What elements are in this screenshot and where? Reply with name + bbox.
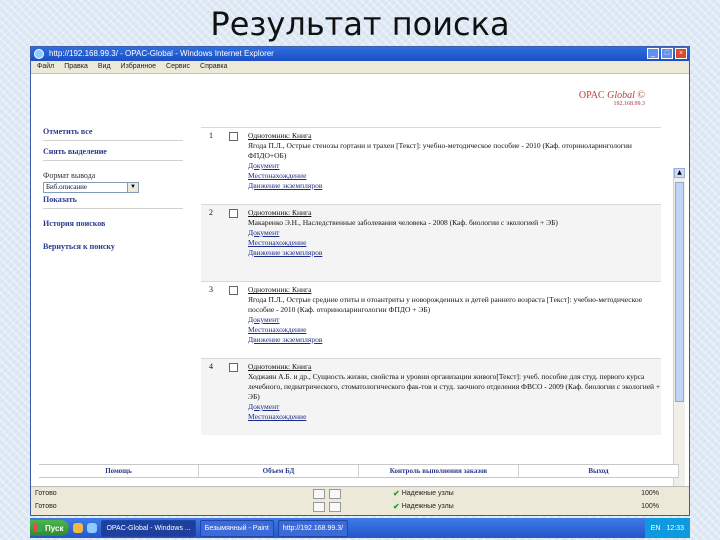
- result-description: Ягода П.Л., Острые стенозы гортани и тра…: [248, 141, 632, 160]
- result-description: Ходжаян А.Б. и др., Сущность жизни, свой…: [248, 372, 661, 401]
- security-zone[interactable]: ✔ Надежные узлы: [393, 487, 454, 500]
- scroll-up-icon[interactable]: ▲: [674, 168, 685, 178]
- copies-movement-link[interactable]: Движение экземпляров: [248, 248, 661, 258]
- result-description: Ягода П.Л., Острые средние отиты и отоан…: [248, 295, 643, 314]
- brand-suffix: Global: [607, 90, 635, 101]
- brand-name: OPAC: [578, 90, 605, 101]
- page-content: OPAC Global © 192.168.99.3 Отметить все …: [31, 74, 689, 498]
- status-bar: Готово ✔ Надежные узлы 100% Готово ✔ Надеж…: [31, 486, 689, 515]
- scroll-thumb[interactable]: [675, 182, 684, 402]
- result-type[interactable]: Однотомник: Книга: [248, 362, 661, 372]
- format-select-value: Биб.описание: [46, 183, 87, 191]
- zoom-level[interactable]: 100%: [641, 487, 659, 500]
- location-link[interactable]: Местонахождение: [248, 171, 661, 181]
- divider: [43, 208, 183, 209]
- result-checkbox[interactable]: [229, 209, 238, 218]
- window-title: http://192.168.99.3/ - OPAC-Global - Win…: [49, 49, 274, 58]
- ie-logo-icon: [34, 49, 44, 59]
- unmark-link[interactable]: Снять выделение: [43, 147, 183, 156]
- document-link[interactable]: Документ: [248, 228, 661, 238]
- status-row: Готово ✔ Надежные узлы 100%: [31, 500, 689, 513]
- result-item: 1 Однотомник: Книга Ягода П.Л., Острые с…: [201, 127, 661, 204]
- task-opac[interactable]: OPAC-Global - Windows ...: [101, 519, 196, 537]
- quicklaunch-icon[interactable]: [73, 523, 84, 533]
- sidebar: Отметить все Снять выделение Формат выво…: [43, 127, 183, 251]
- menu-file[interactable]: Файл: [37, 61, 54, 73]
- vertical-scrollbar[interactable]: ▲ ▼: [673, 168, 685, 498]
- browser-window: http://192.168.99.3/ - OPAC-Global - Win…: [30, 46, 690, 516]
- footer-nav: Помощь Объем БД Контроль выполнения зака…: [39, 464, 679, 478]
- security-zone[interactable]: ✔ Надежные узлы: [393, 500, 454, 513]
- maximize-icon[interactable]: □: [661, 48, 673, 59]
- result-number: 1: [209, 131, 213, 140]
- chevron-down-icon[interactable]: ▼: [127, 183, 138, 192]
- window-controls: _ □ ×: [647, 48, 687, 59]
- document-link[interactable]: Документ: [248, 315, 661, 325]
- format-select[interactable]: Биб.описание ▼: [43, 182, 139, 193]
- result-type[interactable]: Однотомник: Книга: [248, 131, 661, 141]
- location-link[interactable]: Местонахождение: [248, 412, 661, 422]
- divider: [43, 140, 183, 141]
- status-panels: [313, 489, 341, 499]
- menu-tools[interactable]: Сервис: [166, 61, 190, 73]
- result-item: 3 Однотомник: Книга Ягода П.Л., Острые с…: [201, 281, 661, 358]
- check-icon: ✔: [393, 502, 400, 511]
- status-row: Готово ✔ Надежные узлы 100%: [31, 487, 689, 500]
- close-icon[interactable]: ×: [675, 48, 687, 59]
- task-browser[interactable]: http://192.168.99.3/: [277, 519, 349, 537]
- result-number: 2: [209, 208, 213, 217]
- mark-all-link[interactable]: Отметить все: [43, 127, 183, 136]
- orders-control-link[interactable]: Контроль выполнения заказов: [359, 465, 519, 477]
- document-link[interactable]: Документ: [248, 161, 661, 171]
- system-tray: EN 12:33: [644, 518, 690, 538]
- result-item: 4 Однотомник: Книга Ходжаян А.Б. и др., …: [201, 358, 661, 435]
- menu-view[interactable]: Вид: [98, 61, 111, 73]
- language-indicator[interactable]: EN: [651, 525, 661, 532]
- result-checkbox[interactable]: [229, 132, 238, 141]
- menu-help[interactable]: Справка: [200, 61, 227, 73]
- show-button[interactable]: Показать: [43, 195, 183, 204]
- menu-favorites[interactable]: Избранное: [121, 61, 156, 73]
- menu-bar: Файл Правка Вид Избранное Сервис Справка: [31, 61, 689, 74]
- divider: [43, 160, 183, 161]
- zoom-level[interactable]: 100%: [641, 500, 659, 513]
- window-titlebar[interactable]: http://192.168.99.3/ - OPAC-Global - Win…: [31, 47, 689, 61]
- help-link[interactable]: Помощь: [39, 465, 199, 477]
- brand-ip: 192.168.99.3: [613, 101, 646, 107]
- format-label: Формат вывода: [43, 171, 96, 180]
- db-size-link[interactable]: Объем БД: [199, 465, 359, 477]
- minimize-icon[interactable]: _: [647, 48, 659, 59]
- opac-brand: OPAC Global © 192.168.99.3: [578, 90, 646, 107]
- result-type[interactable]: Однотомник: Книга: [248, 208, 661, 218]
- check-icon: ✔: [393, 489, 400, 498]
- back-to-search-link[interactable]: Вернуться к поиску: [43, 242, 183, 251]
- location-link[interactable]: Местонахождение: [248, 238, 661, 248]
- slide-title: Результат поиска: [210, 5, 510, 43]
- copies-movement-link[interactable]: Движение экземпляров: [248, 181, 661, 191]
- exit-link[interactable]: Выход: [519, 465, 679, 477]
- status-text: Готово: [35, 490, 57, 497]
- result-checkbox[interactable]: [229, 286, 238, 295]
- result-checkbox[interactable]: [229, 363, 238, 372]
- result-number: 4: [209, 362, 213, 371]
- start-button[interactable]: Пуск: [30, 520, 70, 536]
- clock: 12:33: [666, 524, 684, 532]
- result-description: Макаренко Э.Н., Наследственные заболеван…: [248, 218, 558, 227]
- search-history-link[interactable]: История поисков: [43, 219, 183, 228]
- result-type[interactable]: Однотомник: Книга: [248, 285, 661, 295]
- result-number: 3: [209, 285, 213, 294]
- task-paint[interactable]: Безымянный - Paint: [199, 519, 274, 537]
- ie-quicklaunch-icon[interactable]: [87, 523, 98, 533]
- document-link[interactable]: Документ: [248, 402, 661, 412]
- results-list: 1 Однотомник: Книга Ягода П.Л., Острые с…: [201, 127, 661, 452]
- taskbar: Пуск OPAC-Global - Windows ... Безымянны…: [30, 518, 690, 538]
- menu-edit[interactable]: Правка: [64, 61, 88, 73]
- copies-movement-link[interactable]: Движение экземпляров: [248, 335, 661, 345]
- status-panels: [313, 502, 341, 512]
- status-text: Готово: [35, 503, 57, 510]
- result-item: 2 Однотомник: Книга Макаренко Э.Н., Насл…: [201, 204, 661, 281]
- windows-logo-icon: [34, 524, 42, 532]
- location-link[interactable]: Местонахождение: [248, 325, 661, 335]
